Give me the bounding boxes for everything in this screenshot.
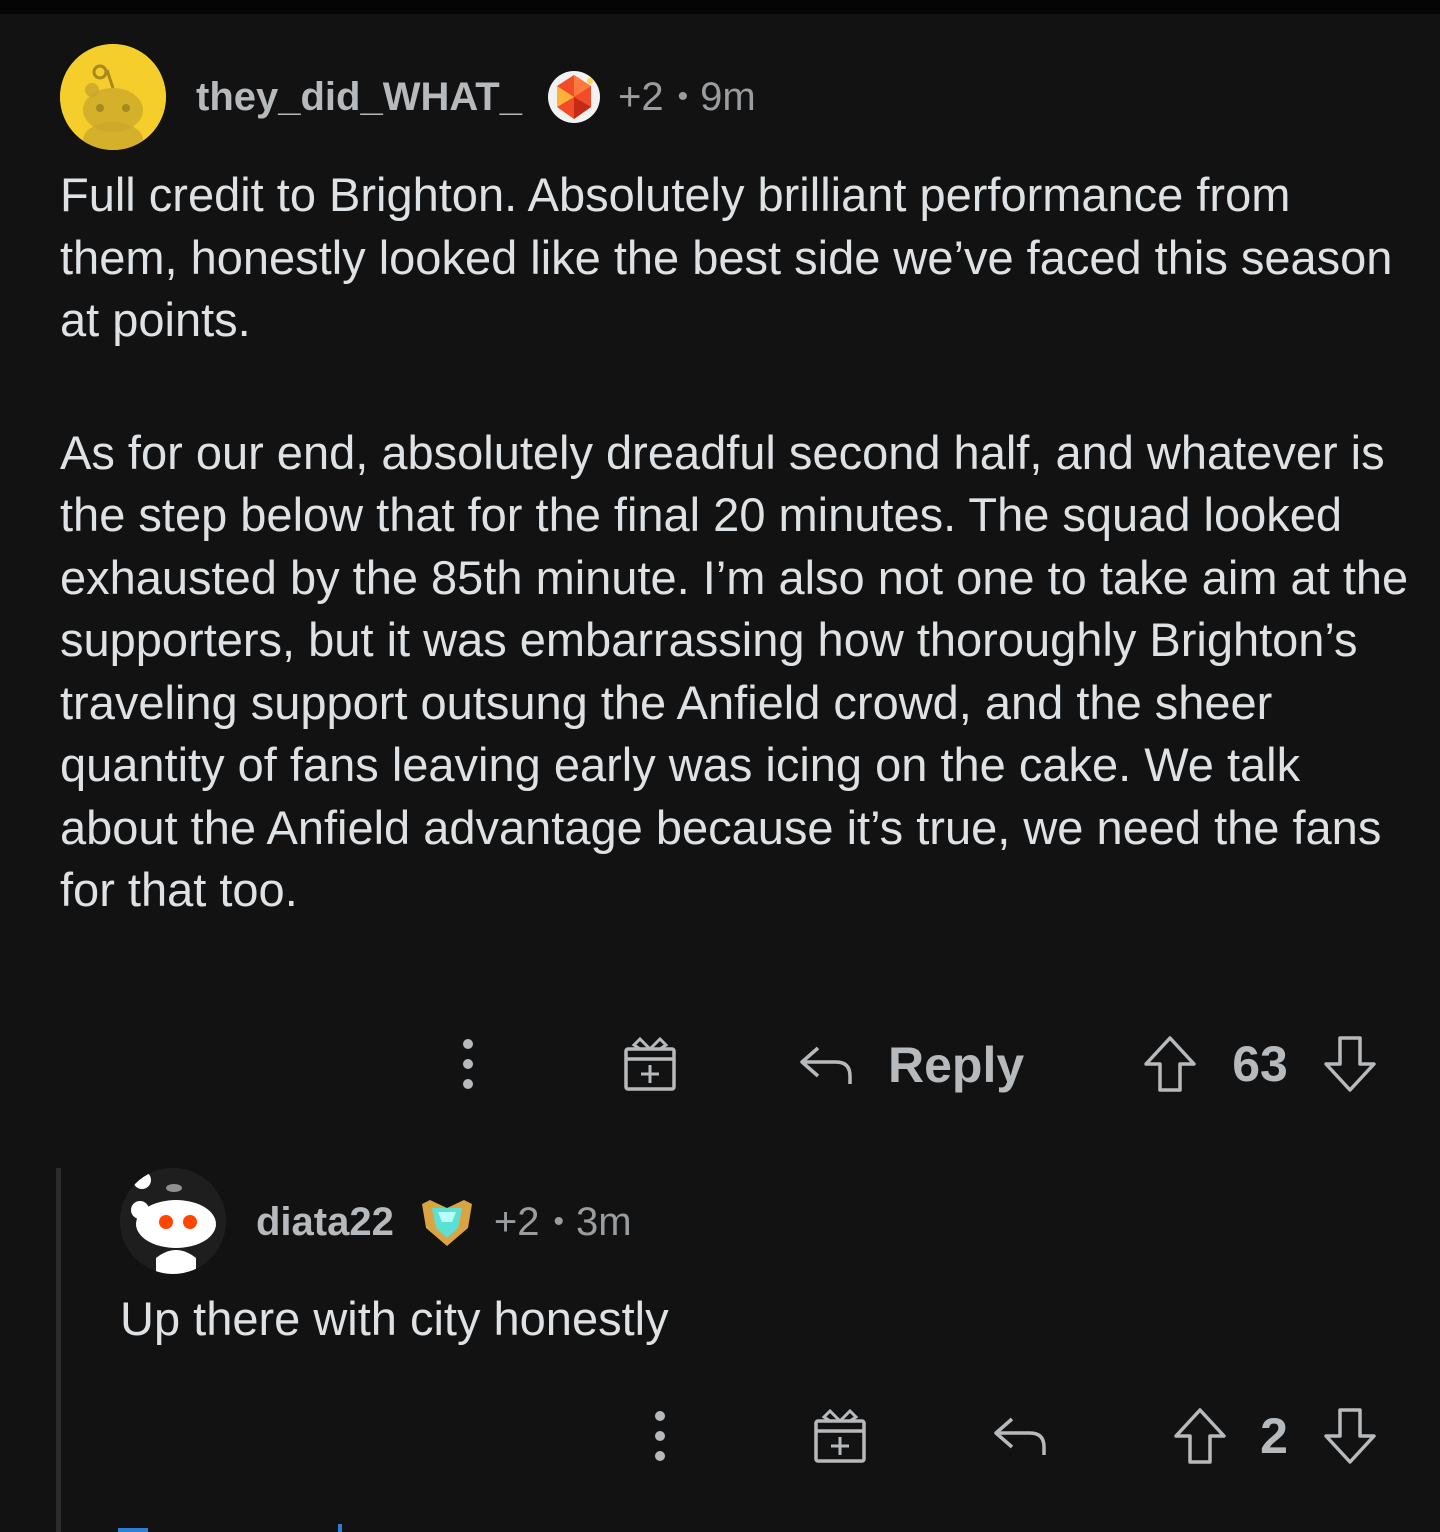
separator-dot: • <box>677 80 689 113</box>
downvote-button[interactable] <box>1318 1404 1382 1468</box>
more-options-button[interactable] <box>440 1032 496 1096</box>
comment-paragraph: Full credit to Brighton. Absolutely bril… <box>60 168 1393 346</box>
comment-body: Up there with city honestly <box>120 1288 1400 1351</box>
avatar-icon <box>120 1168 226 1274</box>
reply-button[interactable] <box>986 1404 1054 1468</box>
upvote-button[interactable] <box>1138 1032 1202 1096</box>
more-options-icon <box>655 1411 665 1461</box>
comment-body: Full credit to Brighton. Absolutely bril… <box>60 164 1410 922</box>
reply-icon <box>994 1417 1046 1455</box>
reply-label: Reply <box>888 1037 1025 1093</box>
reply-icon <box>800 1046 852 1084</box>
give-award-button[interactable] <box>806 1404 874 1468</box>
username[interactable]: diata22 <box>256 1200 394 1245</box>
downvote-button[interactable] <box>1318 1032 1382 1096</box>
user-avatar[interactable] <box>120 1168 226 1274</box>
downvote-icon <box>1324 1408 1376 1464</box>
downvote-icon <box>1324 1036 1376 1092</box>
comment-header: diata22 +2 • 3m <box>256 1194 632 1250</box>
more-options-icon <box>463 1039 473 1089</box>
username[interactable]: they_did_WHAT_ <box>196 75 522 120</box>
comment-header: they_did_WHAT_ +2 • 9m <box>196 70 756 124</box>
vote-score: 2 <box>1260 1408 1288 1464</box>
reply-button[interactable]: Reply <box>796 1030 1028 1100</box>
upvote-icon <box>1174 1408 1226 1464</box>
thread-line[interactable] <box>56 1168 61 1532</box>
avatar-icon <box>60 44 166 150</box>
award-count: +2 <box>493 1199 540 1244</box>
vote-score: 63 <box>1232 1036 1288 1092</box>
more-replies-link[interactable] <box>118 1524 348 1532</box>
gift-award-icon <box>814 1408 866 1463</box>
upvote-button[interactable] <box>1168 1404 1232 1468</box>
more-options-button[interactable] <box>632 1404 688 1468</box>
award-icon[interactable] <box>418 1194 476 1250</box>
upvote-icon <box>1144 1036 1196 1092</box>
user-avatar[interactable] <box>60 44 166 150</box>
status-bar-strip <box>0 0 1440 14</box>
timestamp: 9m <box>700 74 756 119</box>
gift-award-icon <box>624 1036 676 1091</box>
comment-paragraph: As for our end, absolutely dreadful seco… <box>60 425 1409 917</box>
comment-paragraph: Up there with city honestly <box>120 1292 669 1345</box>
separator-dot: • <box>553 1205 564 1238</box>
award-icon[interactable] <box>546 69 602 125</box>
give-award-button[interactable] <box>616 1032 684 1096</box>
award-count: +2 <box>617 74 664 119</box>
timestamp: 3m <box>575 1199 632 1244</box>
